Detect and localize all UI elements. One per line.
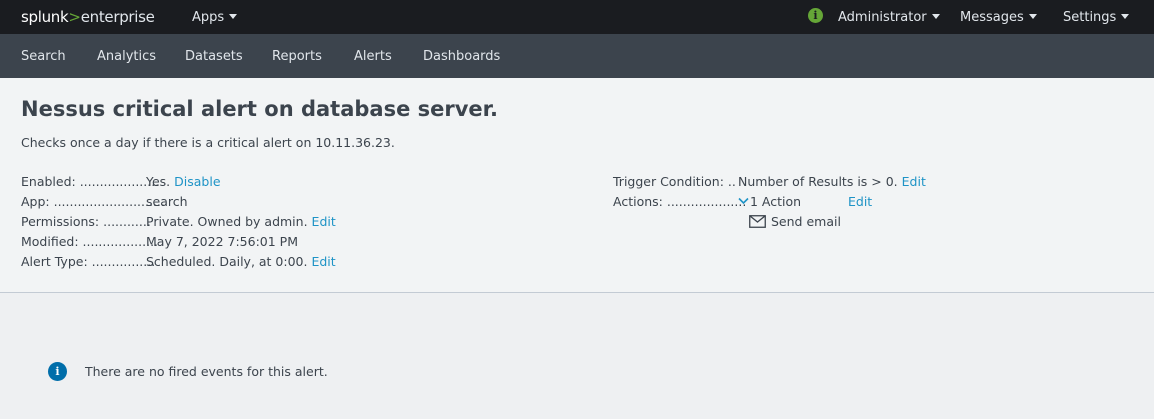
actions-toggle[interactable]: 1 Action <box>738 194 801 210</box>
app-bar: Search Analytics Datasets Reports Alerts… <box>0 34 1154 78</box>
actions-label: Actions: .................... <box>613 194 747 209</box>
enabled-value-group: Yes. Disable <box>146 174 221 190</box>
envelope-icon <box>749 215 766 228</box>
messages-menu[interactable]: Messages <box>960 10 1037 25</box>
nav-search[interactable]: Search <box>21 49 66 64</box>
alert-type-value-group: Scheduled. Daily, at 0:00. Edit <box>146 254 336 270</box>
chevron-down-icon <box>1121 14 1130 19</box>
alert-type-label: Alert Type: ................ <box>21 254 156 269</box>
app-label: App: ............................ <box>21 194 165 209</box>
edit-permissions-link[interactable]: Edit <box>312 214 336 229</box>
chevron-down-icon <box>229 14 238 19</box>
trigger-condition-value: Number of Results is > 0. <box>738 174 898 189</box>
nav-datasets[interactable]: Datasets <box>185 49 243 64</box>
settings-menu[interactable]: Settings <box>1063 10 1130 25</box>
nav-dashboards[interactable]: Dashboards <box>423 49 500 64</box>
fired-events-panel <box>0 293 1154 419</box>
administrator-menu[interactable]: Administrator <box>838 10 940 25</box>
chevron-down-icon <box>931 14 940 19</box>
disable-link[interactable]: Disable <box>174 174 220 189</box>
logo-brand: splunk <box>21 8 69 26</box>
app-value: search <box>146 194 188 209</box>
logo-gt: > <box>68 8 81 26</box>
enabled-label: Enabled: .................... <box>21 174 160 189</box>
empty-events-message: There are no fired events for this alert… <box>85 364 328 379</box>
modified-label: Modified: ................... <box>21 234 159 249</box>
info-icon: i <box>48 362 67 381</box>
administrator-menu-label: Administrator <box>838 10 927 25</box>
top-bar: splunk>enterprise Apps i Administrator M… <box>0 0 1154 34</box>
edit-schedule-link[interactable]: Edit <box>311 254 335 269</box>
apps-menu[interactable]: Apps <box>192 10 238 25</box>
health-status-icon[interactable]: i <box>808 8 823 23</box>
edit-actions-link[interactable]: Edit <box>848 194 872 210</box>
permissions-value-group: Private. Owned by admin. Edit <box>146 214 336 230</box>
edit-trigger-link[interactable]: Edit <box>902 174 926 189</box>
send-email-label: Send email <box>771 214 841 229</box>
settings-menu-label: Settings <box>1063 10 1117 25</box>
alert-description: Checks once a day if there is a critical… <box>21 135 395 150</box>
chevron-down-icon <box>1028 14 1037 19</box>
permissions-value: Private. Owned by admin. <box>146 214 308 229</box>
apps-menu-label: Apps <box>192 10 225 25</box>
chevron-down-icon <box>738 197 749 205</box>
nav-analytics[interactable]: Analytics <box>97 49 156 64</box>
alert-type-value: Scheduled. Daily, at 0:00. <box>146 254 308 269</box>
logo-product: enterprise <box>80 8 155 26</box>
splunk-logo[interactable]: splunk>enterprise <box>21 8 155 26</box>
trigger-condition-label: Trigger Condition: .. <box>613 174 736 189</box>
actions-value: 1 Action <box>750 194 802 209</box>
modified-value: May 7, 2022 7:56:01 PM <box>146 234 298 249</box>
messages-menu-label: Messages <box>960 10 1024 25</box>
page-title: Nessus critical alert on database server… <box>21 97 498 121</box>
trigger-condition-value-group: Number of Results is > 0. Edit <box>738 174 926 190</box>
nav-reports[interactable]: Reports <box>272 49 322 64</box>
nav-alerts[interactable]: Alerts <box>354 49 392 64</box>
enabled-value: Yes. <box>146 174 171 189</box>
permissions-label: Permissions: ............ <box>21 214 151 229</box>
